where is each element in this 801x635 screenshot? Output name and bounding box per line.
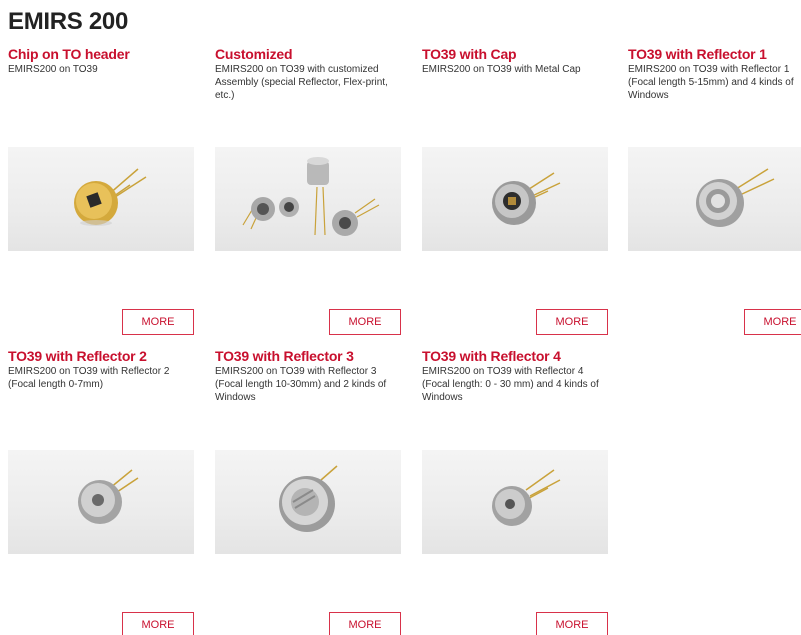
reflector-2-photo xyxy=(78,469,139,524)
more-button[interactable]: MORE xyxy=(122,612,194,635)
product-card-to39-with-reflector-1: TO39 with Reflector 1 EMIRS200 on TO39 w… xyxy=(628,47,801,335)
reflector-4-photo xyxy=(492,469,561,526)
product-description: EMIRS200 on TO39 xyxy=(8,64,98,75)
page-title: EMIRS 200 xyxy=(8,8,129,35)
product-title[interactable]: TO39 with Reflector 4 xyxy=(422,349,608,364)
product-photo[interactable] xyxy=(215,450,401,554)
more-button[interactable]: MORE xyxy=(536,309,608,335)
reflector-3-photo xyxy=(279,465,338,532)
product-photo[interactable] xyxy=(628,147,801,251)
product-description: EMIRS200 on TO39 with customized Assembl… xyxy=(215,64,388,101)
product-card-customized: Customized EMIRS200 on TO39 with customi… xyxy=(215,47,401,335)
product-title[interactable]: TO39 with Reflector 3 xyxy=(215,349,401,364)
reflector-1-photo xyxy=(696,168,775,227)
product-title[interactable]: Chip on TO header xyxy=(8,47,194,62)
product-description: EMIRS200 on TO39 with Reflector 1 (Focal… xyxy=(628,64,794,101)
product-title[interactable]: Customized xyxy=(215,47,401,62)
product-title[interactable]: TO39 with Reflector 1 xyxy=(628,47,801,62)
product-description: EMIRS200 on TO39 with Reflector 3 (Focal… xyxy=(215,366,387,403)
more-button[interactable]: MORE xyxy=(122,309,194,335)
to39-open-header-photo xyxy=(74,168,147,226)
product-card-chip-on-to-header: Chip on TO header EMIRS200 on TO39 MORE xyxy=(8,47,194,335)
more-button[interactable]: MORE xyxy=(329,612,401,635)
product-title[interactable]: TO39 with Cap xyxy=(422,47,608,62)
product-photo[interactable] xyxy=(422,450,608,554)
product-card-to39-with-reflector-4: TO39 with Reflector 4 EMIRS200 on TO39 w… xyxy=(422,349,608,635)
product-photo[interactable] xyxy=(8,450,194,554)
product-photo[interactable] xyxy=(8,147,194,251)
product-description: EMIRS200 on TO39 with Reflector 4 (Focal… xyxy=(422,366,599,403)
product-photo[interactable] xyxy=(422,147,608,251)
more-button[interactable]: MORE xyxy=(744,309,801,335)
more-button[interactable]: MORE xyxy=(329,309,401,335)
product-photo[interactable] xyxy=(215,147,401,251)
product-description: EMIRS200 on TO39 with Metal Cap xyxy=(422,64,581,75)
to39-metal-cap-photo xyxy=(492,172,561,225)
product-card-to39-with-reflector-3: TO39 with Reflector 3 EMIRS200 on TO39 w… xyxy=(215,349,401,635)
customized-assemblies-photo xyxy=(242,157,380,236)
product-card-to39-with-cap: TO39 with Cap EMIRS200 on TO39 with Meta… xyxy=(422,47,608,335)
more-button[interactable]: MORE xyxy=(536,612,608,635)
product-description: EMIRS200 on TO39 with Reflector 2 (Focal… xyxy=(8,366,170,390)
product-title[interactable]: TO39 with Reflector 2 xyxy=(8,349,194,364)
product-card-to39-with-reflector-2: TO39 with Reflector 2 EMIRS200 on TO39 w… xyxy=(8,349,194,635)
